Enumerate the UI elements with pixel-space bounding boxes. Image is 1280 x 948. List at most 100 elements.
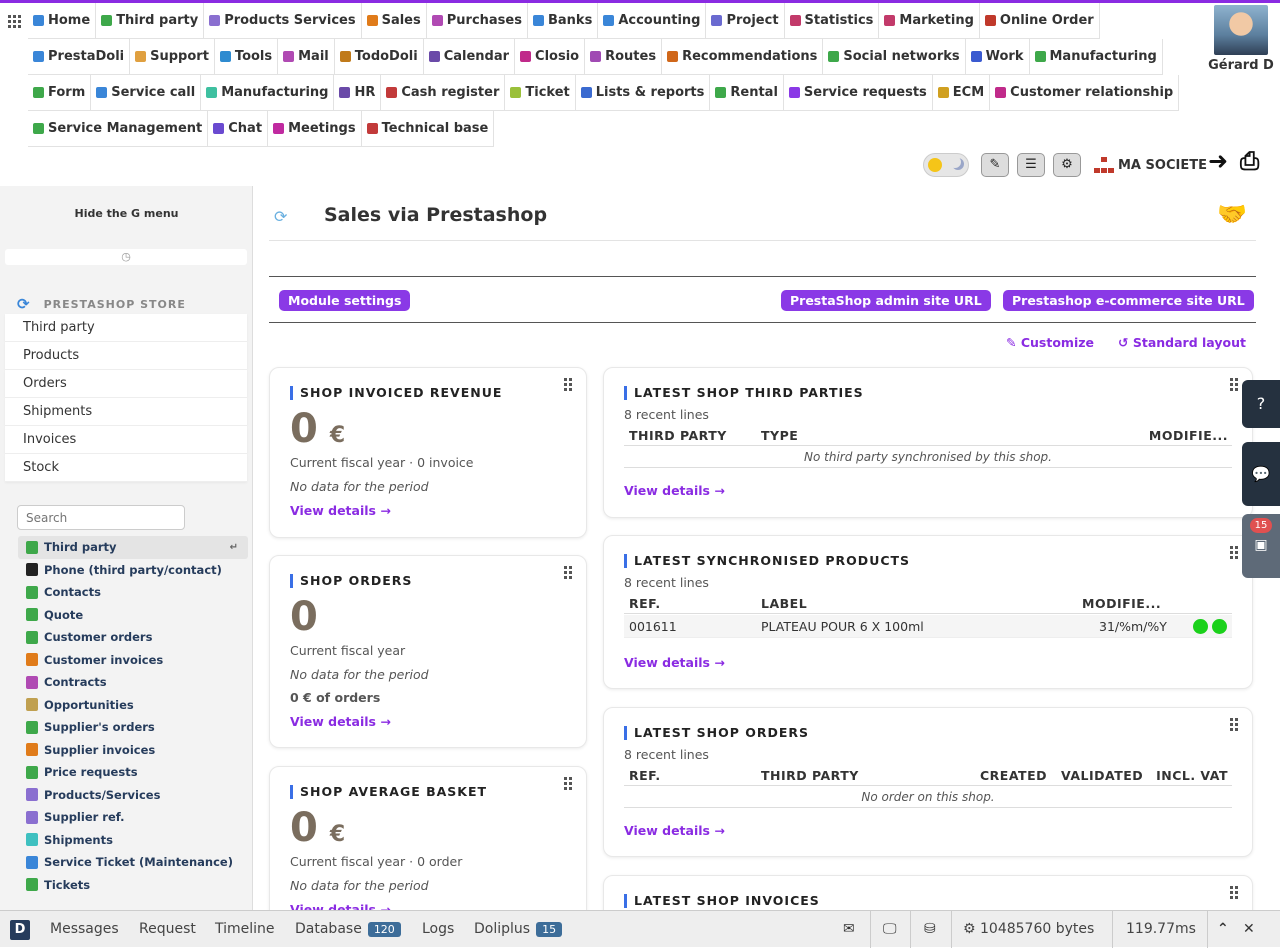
customize-link[interactable]: ✎ Customize [1006, 335, 1094, 350]
g-menu-item[interactable]: Products/Services [18, 784, 248, 807]
view-details-link[interactable]: View details → [624, 823, 725, 838]
view-details-link[interactable]: View details → [624, 655, 725, 670]
col-header[interactable]: REF. [629, 768, 661, 783]
menu-item-ecm[interactable]: ECM [932, 75, 991, 111]
menu-item-service-requests[interactable]: Service requests [783, 75, 933, 111]
company-name[interactable]: MA SOCIETE [1118, 158, 1207, 173]
drag-handle-icon[interactable] [564, 378, 572, 391]
menu-item-accounting[interactable]: Accounting [598, 3, 707, 39]
store-menu-item[interactable]: Shipments [5, 398, 247, 426]
g-menu-item[interactable]: Supplier invoices [18, 739, 248, 762]
company-link[interactable]: MA SOCIETE [1094, 153, 1207, 177]
menu-item-products-services[interactable]: Products Services [204, 3, 362, 39]
menu-item-tools[interactable]: Tools [214, 39, 279, 75]
menu-item-project[interactable]: Project [706, 3, 785, 39]
agenda-tab[interactable]: 15 ▣ [1242, 514, 1280, 578]
menu-item-routes[interactable]: Routes [585, 39, 663, 75]
menu-item-service-call[interactable]: Service call [91, 75, 202, 111]
menu-item-sales[interactable]: Sales [361, 3, 427, 39]
database-icon[interactable]: ⛁ [924, 921, 936, 937]
col-header[interactable]: REF. [629, 596, 661, 611]
chat-tab[interactable]: 💬 [1242, 442, 1280, 506]
store-menu-item[interactable]: Third party [5, 314, 247, 342]
drag-handle-icon[interactable] [1230, 718, 1238, 731]
g-menu-item[interactable]: Customer invoices [18, 649, 248, 672]
print-icon[interactable]: ⎙ [1240, 147, 1259, 175]
standard-layout-link[interactable]: ↺ Standard layout [1118, 335, 1246, 350]
shop-url-button[interactable]: Prestashop e-commerce site URL [1003, 290, 1254, 311]
g-menu-item[interactable]: Contacts [18, 581, 248, 604]
menu-item-banks[interactable]: Banks [527, 3, 599, 39]
g-menu-item[interactable]: Third party ↵ [18, 536, 248, 559]
menu-item-mail[interactable]: Mail [278, 39, 335, 75]
menu-item-customer-relationship[interactable]: Customer relationship [990, 75, 1180, 111]
menu-item-marketing[interactable]: Marketing [879, 3, 980, 39]
menu-item-online-order[interactable]: Online Order [979, 3, 1100, 39]
col-header[interactable]: THIRD PARTY [629, 428, 727, 443]
desktop-icon[interactable]: 🖵 [883, 921, 897, 937]
drag-handle-icon[interactable] [564, 777, 572, 790]
menu-item-ticket[interactable]: Ticket [505, 75, 576, 111]
col-header[interactable]: INCL. VAT [1156, 768, 1228, 783]
view-details-link[interactable]: View details → [290, 902, 391, 910]
col-header[interactable]: MODIFIE... [1082, 596, 1161, 611]
refresh-icon[interactable]: ⟳ [274, 207, 287, 226]
menu-item-work[interactable]: Work [965, 39, 1030, 75]
apps-grid-icon[interactable] [8, 15, 21, 28]
menu-item-form[interactable]: Form [28, 75, 92, 111]
help-tab[interactable]: ? [1242, 380, 1280, 428]
logout-icon[interactable]: ➜ [1208, 147, 1228, 175]
menu-item-lists-reports[interactable]: Lists & reports [575, 75, 711, 111]
user-block[interactable]: Gérard D [1202, 5, 1280, 73]
avatar[interactable] [1214, 5, 1268, 55]
menu-item-support[interactable]: Support [130, 39, 215, 75]
g-menu-item[interactable]: Opportunities [18, 694, 248, 717]
g-menu-item[interactable]: Supplier ref. [18, 806, 248, 829]
menu-item-home[interactable]: Home [28, 3, 97, 39]
menu-item-service-management[interactable]: Service Management [28, 111, 209, 147]
theme-toggle[interactable] [923, 153, 969, 177]
g-menu-item[interactable]: Tickets [18, 874, 248, 897]
list-button[interactable]: ☰ [1017, 153, 1045, 177]
store-menu-item[interactable]: Orders [5, 370, 247, 398]
store-menu-item[interactable]: Products [5, 342, 247, 370]
product-ref[interactable]: 001611 [629, 619, 677, 634]
debug-tab-logs[interactable]: Logs [422, 921, 454, 937]
debug-logo-icon[interactable]: D [10, 920, 30, 940]
envelope-icon[interactable]: ✉ [843, 921, 855, 937]
drag-handle-icon[interactable] [564, 566, 572, 579]
menu-item-closio[interactable]: Closio [515, 39, 586, 75]
view-details-link[interactable]: View details → [624, 483, 725, 498]
admin-url-button[interactable]: PrestaShop admin site URL [781, 290, 991, 311]
menu-item-social-networks[interactable]: Social networks [823, 39, 966, 75]
menu-item-hr[interactable]: HR [334, 75, 382, 111]
menu-item-statistics[interactable]: Statistics [784, 3, 880, 39]
menu-item-recommendations[interactable]: Recommendations [662, 39, 824, 75]
view-details-link[interactable]: View details → [290, 714, 391, 729]
debug-tab-database[interactable]: Database 120 [295, 921, 401, 937]
menu-item-prestadoli[interactable]: PrestaDoli [28, 39, 131, 75]
g-menu-item[interactable]: Shipments [18, 829, 248, 852]
drag-handle-icon[interactable] [1230, 886, 1238, 899]
store-menu-item[interactable]: Invoices [5, 426, 247, 454]
g-menu-item[interactable]: Quote [18, 604, 248, 627]
g-menu-item[interactable]: Supplier's orders [18, 716, 248, 739]
search-input[interactable] [17, 505, 185, 530]
debug-tab-timeline[interactable]: Timeline [215, 921, 275, 937]
g-menu-item[interactable]: Contracts [18, 671, 248, 694]
col-header[interactable]: VALIDATED [1061, 768, 1143, 783]
col-header[interactable]: MODIFIE... [1149, 428, 1228, 443]
menu-item-meetings[interactable]: Meetings [268, 111, 362, 147]
user-name[interactable]: Gérard D [1202, 58, 1280, 73]
module-settings-button[interactable]: Module settings [279, 290, 411, 311]
g-menu-item[interactable]: Customer orders [18, 626, 248, 649]
col-header[interactable]: TYPE [761, 428, 798, 443]
menu-item-cash-register[interactable]: Cash register [381, 75, 506, 111]
col-header[interactable]: CREATED [980, 768, 1047, 783]
menu-item-rental[interactable]: Rental [710, 75, 784, 111]
table-row[interactable]: 001611 PLATEAU POUR 6 X 100ml 31/%m/%Y [624, 615, 1232, 638]
g-menu-item[interactable]: Price requests [18, 761, 248, 784]
menu-item-manufacturing[interactable]: Manufacturing [201, 75, 335, 111]
col-header[interactable]: THIRD PARTY [761, 768, 859, 783]
menu-item-chat[interactable]: Chat [208, 111, 269, 147]
